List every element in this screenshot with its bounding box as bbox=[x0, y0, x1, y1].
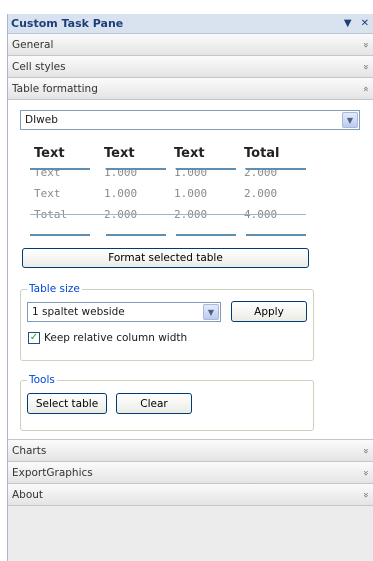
preview-header-cell: Text bbox=[174, 146, 205, 161]
select-table-button[interactable]: Select table bbox=[27, 393, 107, 414]
section-export-graphics-label: ExportGraphics bbox=[12, 466, 93, 479]
clear-button[interactable]: Clear bbox=[116, 393, 192, 414]
expand-chevron-icon: » bbox=[359, 63, 371, 70]
format-selected-table-button[interactable]: Format selected table bbox=[22, 248, 309, 268]
task-pane-title: Custom Task Pane bbox=[11, 17, 124, 30]
close-icon[interactable]: ✕ bbox=[361, 18, 369, 29]
preview-cell: 1.000 bbox=[174, 166, 208, 179]
task-pane-header: Custom Task Pane ▼ ✕ bbox=[8, 14, 373, 34]
table-row: Text 1.000 1.000 2.000 bbox=[28, 183, 308, 204]
pane-menu-dropdown-icon[interactable]: ▼ bbox=[344, 18, 352, 29]
table-size-select[interactable]: 1 spaltet webside ▼ bbox=[27, 302, 221, 322]
collapse-chevron-icon: « bbox=[359, 85, 371, 92]
tools-legend: Tools bbox=[27, 374, 57, 386]
preview-total-overline bbox=[30, 214, 306, 215]
preview-footer-underline bbox=[106, 234, 166, 236]
section-export-graphics[interactable]: ExportGraphics » bbox=[8, 462, 373, 484]
table-size-group: Table size 1 spaltet webside ▼ Apply ✓ K… bbox=[20, 283, 314, 361]
expand-chevron-icon: » bbox=[359, 447, 371, 454]
expand-chevron-icon: » bbox=[359, 41, 371, 48]
preview-footer-underline bbox=[30, 234, 90, 236]
section-table-formatting-label: Table formatting bbox=[12, 82, 98, 95]
preview-cell: Text bbox=[34, 166, 61, 179]
expand-chevron-icon: » bbox=[359, 469, 371, 476]
section-cell-styles[interactable]: Cell styles » bbox=[8, 56, 373, 78]
task-pane-controls: ▼ ✕ bbox=[344, 18, 369, 29]
section-general[interactable]: General » bbox=[8, 34, 373, 56]
keep-relative-width-row[interactable]: ✓ Keep relative column width bbox=[28, 332, 187, 344]
table-style-preview: Text Text Text Total Text 1.000 1.000 2.… bbox=[28, 144, 308, 225]
section-table-formatting[interactable]: Table formatting « bbox=[8, 78, 373, 100]
preview-header-cell: Text bbox=[104, 146, 135, 161]
chevron-down-icon[interactable]: ▼ bbox=[203, 304, 219, 320]
preview-header-cell: Total bbox=[244, 146, 280, 161]
section-cell-styles-label: Cell styles bbox=[12, 60, 66, 73]
table-style-select-value: DIweb bbox=[25, 114, 58, 126]
preview-header-cell: Text bbox=[34, 146, 65, 161]
keep-relative-width-label: Keep relative column width bbox=[44, 332, 188, 344]
section-about-label: About bbox=[12, 488, 44, 501]
custom-task-pane: Custom Task Pane ▼ ✕ General » Cell styl… bbox=[7, 14, 373, 561]
preview-cell: 1.000 bbox=[104, 166, 138, 179]
table-row: Text 1.000 1.000 2.000 bbox=[28, 162, 308, 183]
preview-header-underline bbox=[246, 168, 306, 170]
preview-footer-underline bbox=[176, 234, 236, 236]
preview-header-row: Text Text Text Total bbox=[28, 144, 308, 162]
section-general-label: General bbox=[12, 38, 54, 51]
table-formatting-panel: DIweb ▼ Text Text Text Total Text 1.000 … bbox=[8, 100, 373, 440]
preview-header-underline bbox=[30, 168, 90, 170]
preview-cell: 1.000 bbox=[174, 187, 208, 200]
preview-cell: Text bbox=[34, 187, 61, 200]
section-charts[interactable]: Charts » bbox=[8, 440, 373, 462]
table-size-select-value: 1 spaltet webside bbox=[32, 306, 125, 318]
section-about[interactable]: About » bbox=[8, 484, 373, 506]
tools-group: Tools Select table Clear bbox=[20, 374, 314, 431]
keep-relative-width-checkbox[interactable]: ✓ bbox=[28, 332, 40, 344]
section-charts-label: Charts bbox=[12, 444, 47, 457]
preview-header-underline bbox=[106, 168, 166, 170]
preview-header-underline bbox=[176, 168, 236, 170]
preview-footer-underline bbox=[246, 234, 306, 236]
apply-button[interactable]: Apply bbox=[231, 301, 307, 322]
expand-chevron-icon: » bbox=[359, 491, 371, 498]
chevron-down-icon[interactable]: ▼ bbox=[342, 112, 358, 128]
table-size-legend: Table size bbox=[27, 283, 82, 295]
preview-cell: 1.000 bbox=[104, 187, 138, 200]
preview-cell: 2.000 bbox=[244, 187, 278, 200]
preview-cell: 2.000 bbox=[244, 166, 278, 179]
table-style-select[interactable]: DIweb ▼ bbox=[20, 110, 360, 130]
